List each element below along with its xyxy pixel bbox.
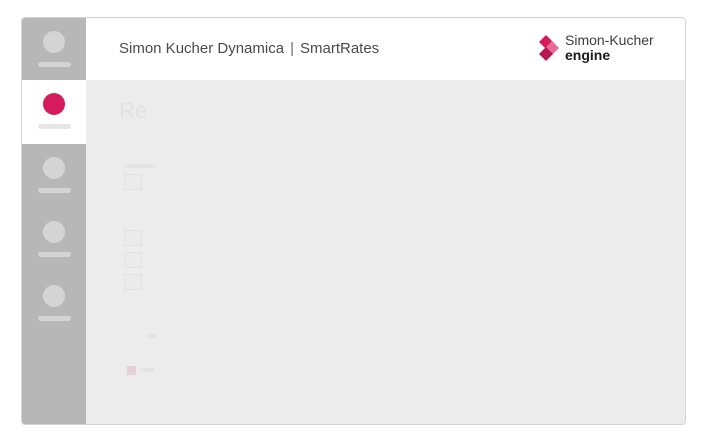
ghost-label — [124, 164, 156, 168]
nav-dot-icon — [43, 157, 65, 179]
nav-dot-icon — [43, 31, 65, 53]
ghost-field — [124, 230, 142, 246]
sidebar-item-label-placeholder — [38, 62, 71, 67]
module-name: SmartRates — [299, 40, 380, 57]
app-title: Simon Kucher Dynamica | SmartRates — [119, 40, 379, 57]
top-bar: Simon Kucher Dynamica | SmartRates Simon-K… — [86, 18, 685, 81]
sidebar-item-2-active[interactable] — [22, 80, 86, 144]
nav-dot-icon — [43, 93, 65, 115]
main-content: Re — [86, 80, 685, 424]
ghost-checkbox — [127, 366, 136, 375]
brand-product: engine — [565, 47, 611, 63]
ghost-label — [140, 368, 154, 372]
nav-dot-icon — [43, 221, 65, 243]
sidebar-item-label-placeholder — [38, 124, 71, 129]
app-window: Simon Kucher Dynamica | SmartRates Simon-K… — [21, 17, 686, 425]
sidebar-item-3[interactable] — [22, 144, 86, 208]
ghost-label — [146, 334, 156, 338]
diamond-chevron-icon — [539, 35, 559, 61]
ghost-field — [124, 174, 142, 190]
sidebar-item-label-placeholder — [38, 316, 71, 321]
title-separator: | — [290, 40, 294, 57]
nav-dot-icon — [43, 285, 65, 307]
ghost-field — [124, 252, 142, 268]
sidebar-item-5[interactable] — [22, 272, 86, 336]
page-heading: Re — [119, 98, 148, 123]
sidebar — [22, 18, 86, 424]
ghost-field — [124, 274, 142, 290]
brand-name: Simon-Kucher — [565, 32, 654, 48]
sidebar-item-1[interactable] — [22, 18, 86, 82]
app-name: Simon Kucher Dynamica — [119, 40, 285, 57]
sidebar-item-label-placeholder — [38, 252, 71, 257]
sidebar-item-label-placeholder — [38, 188, 71, 193]
brand-logo: Simon-Kucher engine — [539, 32, 661, 66]
sidebar-item-4[interactable] — [22, 208, 86, 272]
